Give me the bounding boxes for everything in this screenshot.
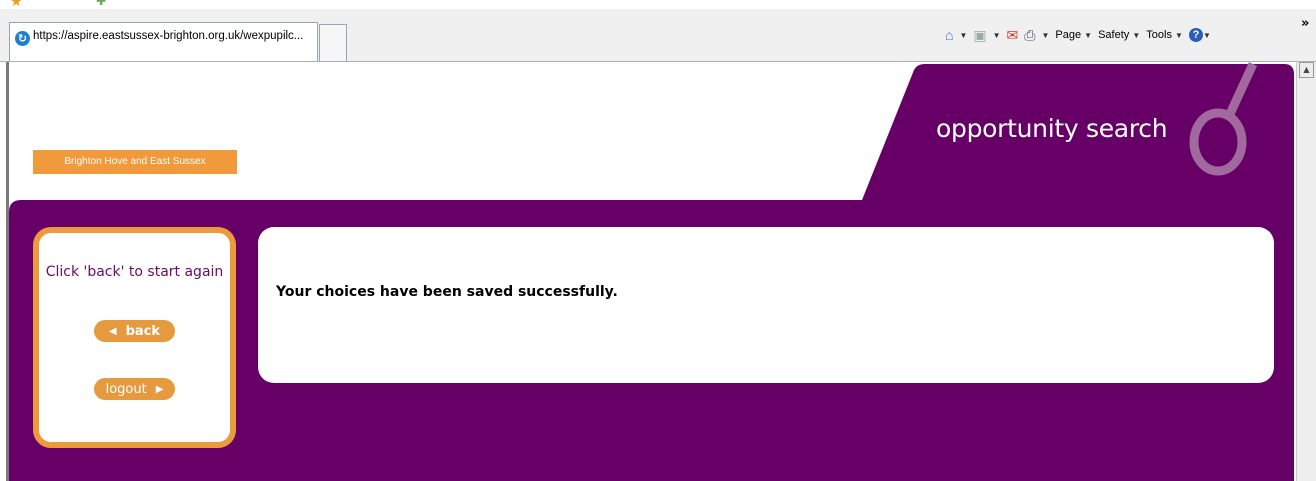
arrow-right-icon: ▶	[155, 383, 164, 395]
chevron-down-icon: ▼	[1175, 31, 1183, 40]
status-message: Your choices have been saved successfull…	[276, 284, 618, 300]
app-title: opportunity search	[936, 114, 1168, 143]
brand-label: Brighton Hove and East Sussex	[64, 156, 206, 167]
print-dropdown-icon[interactable]: ▼	[1041, 31, 1049, 40]
nav-panel: Click 'back' to start again ◀ back logou…	[33, 227, 236, 448]
read-mail-icon[interactable]: ✉	[1007, 28, 1019, 42]
add-favorite-icon[interactable]: ✚	[96, 0, 106, 8]
browser-tab-active[interactable]: ↻ https://aspire.eastsussex-brighton.org…	[9, 22, 318, 62]
favorites-star-icon[interactable]: ★	[10, 0, 23, 10]
chevron-down-icon: ▼	[1084, 31, 1093, 40]
tab-title: https://aspire.eastsussex-brighton.org.u…	[33, 30, 304, 42]
home-dropdown-icon[interactable]: ▼	[959, 31, 967, 40]
safety-menu-label: Safety	[1098, 29, 1130, 41]
brand-banner: Brighton Hove and East Sussex	[33, 150, 237, 174]
tools-menu-label: Tools	[1146, 29, 1172, 41]
back-button-label: back	[125, 323, 161, 339]
new-tab-button[interactable]	[319, 24, 347, 62]
arrow-left-icon: ◀	[108, 325, 117, 337]
tools-menu[interactable]: Tools ▼	[1146, 29, 1183, 41]
scroll-up-arrow-icon[interactable]: ▲	[1299, 62, 1314, 78]
page-menu[interactable]: Page ▼	[1055, 29, 1092, 41]
more-commands-icon[interactable]: »	[1301, 16, 1309, 31]
page-menu-label: Page	[1055, 29, 1082, 41]
logout-button-label: logout	[105, 381, 147, 397]
favorites-bar: ★ ✚	[0, 0, 1316, 10]
nav-instruction: Click 'back' to start again	[45, 264, 224, 280]
help-menu[interactable]: ? ▼	[1188, 28, 1211, 42]
chevron-down-icon: ▼	[1132, 31, 1141, 40]
print-icon[interactable]: ⎙	[1024, 28, 1035, 42]
safety-menu[interactable]: Safety ▼	[1098, 29, 1140, 41]
vertical-scrollbar[interactable]: ▲	[1296, 62, 1316, 481]
logout-button[interactable]: logout ▶	[94, 378, 175, 400]
content-panel: Your choices have been saved successfull…	[258, 227, 1274, 383]
feeds-dropdown-icon[interactable]: ▼	[993, 31, 1001, 40]
chevron-down-icon: ▼	[1202, 31, 1211, 40]
home-icon[interactable]: ⌂	[945, 28, 953, 42]
browser-chrome: ★ ✚ ↻ https://aspire.eastsussex-brighton…	[0, 0, 1316, 62]
back-button[interactable]: ◀ back	[94, 320, 175, 342]
help-icon: ?	[1188, 28, 1203, 42]
command-bar: ⌂ ▼ ▣ ▼ ✉ ⎙ ▼ Page ▼ Safety ▼ Tools ▼ ? ▼	[945, 25, 1211, 45]
site-favicon-icon: ↻	[15, 31, 30, 46]
feeds-icon[interactable]: ▣	[973, 28, 986, 42]
